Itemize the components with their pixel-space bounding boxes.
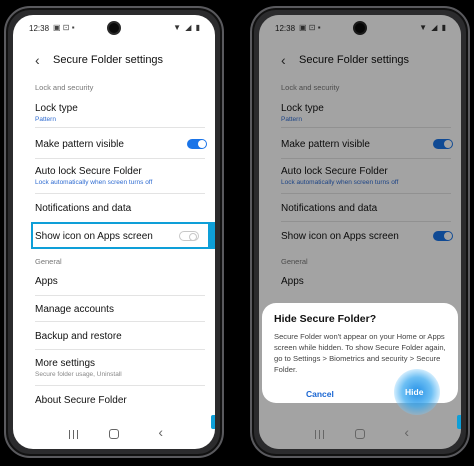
screen-right: 12:38 ▣ ⊡ ▪ ▼ ◢ ▮ ‹ Secure Folder settin… (259, 15, 461, 449)
signal-battery-icons: ▼ ◢ ▮ (419, 23, 447, 32)
home-icon[interactable] (109, 429, 119, 439)
section-lock-and-security: Lock and security (35, 83, 94, 92)
section-lock-and-security: Lock and security (281, 83, 340, 92)
setting-title: More settings (35, 358, 96, 369)
divider (35, 193, 205, 194)
signal-battery-icons: ▼ ◢ ▮ (173, 23, 201, 32)
back-arrow-icon[interactable]: ‹ (281, 53, 286, 67)
page-title: Secure Folder settings (299, 54, 410, 66)
setting-lock-type[interactable]: Lock type Pattern (13, 102, 215, 124)
back-icon[interactable]: ‹ (404, 425, 409, 439)
pattern-visible-toggle[interactable] (433, 139, 453, 149)
setting-more-settings[interactable]: More settings Secure folder usage, Unins… (13, 357, 215, 379)
navigation-bar: ‹ (259, 425, 461, 441)
divider (35, 158, 205, 159)
setting-title: Notifications and data (35, 203, 132, 214)
setting-pattern-visible[interactable]: Make pattern visible (259, 138, 461, 151)
divider (281, 127, 451, 128)
setting-title: Auto lock Secure Folder (35, 166, 142, 177)
divider (35, 321, 205, 322)
back-arrow-icon[interactable]: ‹ (35, 53, 40, 67)
setting-subtitle: Lock automatically when screen turns off (281, 179, 399, 186)
setting-auto-lock[interactable]: Auto lock Secure Folder Lock automatical… (259, 165, 461, 187)
divider (35, 385, 205, 386)
camera-hole (353, 21, 367, 35)
setting-title: Apps (35, 276, 58, 287)
recent-apps-icon[interactable] (315, 430, 324, 439)
recent-apps-icon[interactable] (69, 430, 78, 439)
phone-right: 12:38 ▣ ⊡ ▪ ▼ ◢ ▮ ‹ Secure Folder settin… (250, 6, 470, 458)
section-general: General (281, 257, 308, 266)
divider (35, 295, 205, 296)
hide-secure-folder-dialog: Hide Secure Folder? Secure Folder won't … (262, 303, 458, 415)
back-icon[interactable]: ‹ (158, 425, 163, 439)
setting-show-icon[interactable]: Show icon on Apps screen (259, 230, 461, 243)
setting-title: Lock type (281, 103, 324, 114)
setting-about[interactable]: About Secure Folder (13, 394, 215, 407)
status-time: 12:38 (29, 24, 50, 33)
setting-title: Lock type (35, 103, 78, 114)
setting-lock-type[interactable]: Lock type Pattern (259, 102, 461, 124)
pattern-visible-toggle[interactable] (187, 139, 207, 149)
setting-title: About Secure Folder (35, 395, 127, 406)
dialog-message: Secure Folder won't appear on your Home … (274, 332, 446, 374)
status-time: 12:38 (275, 24, 296, 33)
screen-left: 12:38 ▣ ⊡ ▪ ▼ ◢ ▮ ‹ Secure Folder settin… (13, 15, 215, 449)
setting-title: Notifications and data (281, 203, 378, 214)
setting-title: Backup and restore (35, 331, 122, 342)
home-icon[interactable] (355, 429, 365, 439)
page-title: Secure Folder settings (53, 54, 164, 66)
status-bar: 12:38 ▣ ⊡ ▪ ▼ ◢ ▮ (13, 15, 215, 39)
setting-subtitle: Pattern (281, 116, 302, 123)
setting-auto-lock[interactable]: Auto lock Secure Folder Lock automatical… (13, 165, 215, 187)
divider (281, 221, 451, 222)
navigation-bar: ‹ (13, 425, 215, 441)
section-general: General (35, 257, 62, 266)
show-icon-toggle[interactable] (433, 231, 453, 241)
divider (35, 349, 205, 350)
setting-apps[interactable]: Apps (13, 275, 215, 288)
setting-subtitle: Pattern (35, 116, 56, 123)
notification-icons: ▣ ⊡ ▪ (299, 23, 321, 32)
setting-title: Auto lock Secure Folder (281, 166, 388, 177)
divider (281, 158, 451, 159)
setting-title: Apps (281, 276, 304, 287)
setting-apps[interactable]: Apps (259, 275, 461, 288)
divider (281, 193, 451, 194)
setting-pattern-visible[interactable]: Make pattern visible (13, 138, 215, 151)
dialog-title: Hide Secure Folder? (274, 313, 377, 325)
setting-backup[interactable]: Backup and restore (13, 330, 215, 343)
cancel-button[interactable]: Cancel (306, 389, 334, 399)
hide-button[interactable]: Hide (405, 387, 423, 397)
setting-manage-accounts[interactable]: Manage accounts (13, 303, 215, 316)
setting-notifications[interactable]: Notifications and data (13, 202, 215, 215)
setting-title: Manage accounts (35, 304, 114, 315)
setting-subtitle: Lock automatically when screen turns off (35, 179, 153, 186)
setting-subtitle: Secure folder usage, Uninstall (35, 371, 122, 378)
divider (35, 127, 205, 128)
app-header: ‹ Secure Folder settings (259, 49, 461, 75)
camera-hole (107, 21, 121, 35)
app-header: ‹ Secure Folder settings (13, 49, 215, 75)
phone-left: 12:38 ▣ ⊡ ▪ ▼ ◢ ▮ ‹ Secure Folder settin… (4, 6, 224, 458)
show-icon-toggle[interactable] (179, 231, 199, 241)
notification-icons: ▣ ⊡ ▪ (53, 23, 75, 32)
setting-notifications[interactable]: Notifications and data (259, 202, 461, 215)
status-bar: 12:38 ▣ ⊡ ▪ ▼ ◢ ▮ (259, 15, 461, 39)
